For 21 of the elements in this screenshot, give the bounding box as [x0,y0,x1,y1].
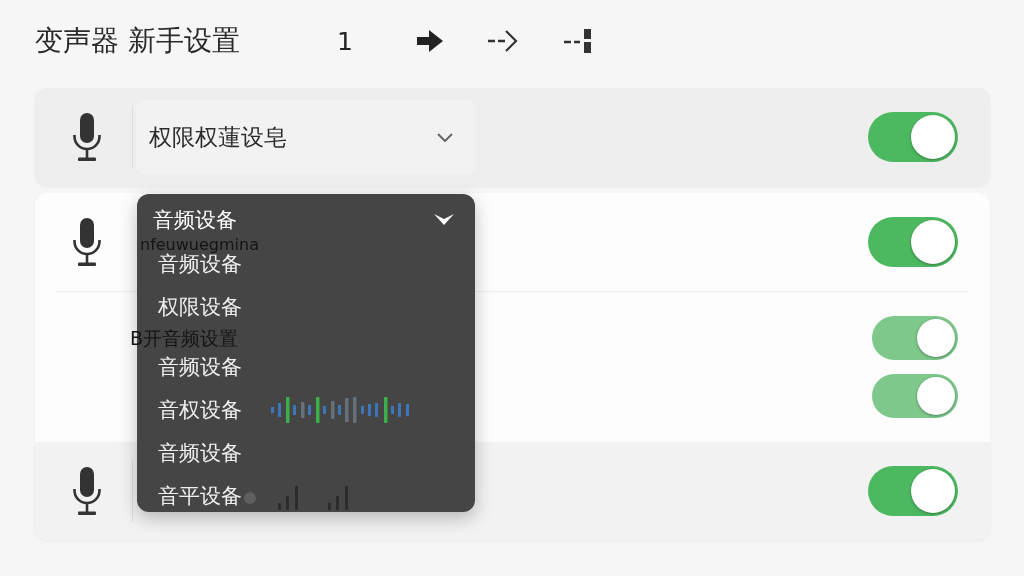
menu-option[interactable]: 权限设备 [158,294,242,320]
menu-option[interactable]: 音权设备 [158,397,410,423]
device-select[interactable]: 权限权蓮设皂 [136,100,476,174]
menu-option[interactable]: 音频设备 [158,251,242,277]
toggle-switch[interactable] [868,217,958,267]
toggle-switch[interactable] [868,466,958,516]
step-number: 1 [337,26,353,56]
caret-down-icon [434,214,454,226]
toggle-switch[interactable] [868,112,958,162]
menu-option[interactable]: 音频设备 [158,354,242,380]
signal-bars-icon [278,486,298,510]
dashed-line-bar-icon [563,29,592,53]
signal-bars-icon [328,486,348,510]
arrow-right-icon [416,30,443,52]
menu-option[interactable]: 音平设备 [158,483,242,509]
chevron-down-icon [437,132,453,142]
dropdown-header[interactable]: 音频设备 [153,206,454,234]
dashed-arrow-icon [487,29,518,53]
dot-icon [244,492,256,504]
menu-option[interactable]: 音频设备 [158,440,242,466]
page-title: 变声器 新手设置 [35,24,240,57]
